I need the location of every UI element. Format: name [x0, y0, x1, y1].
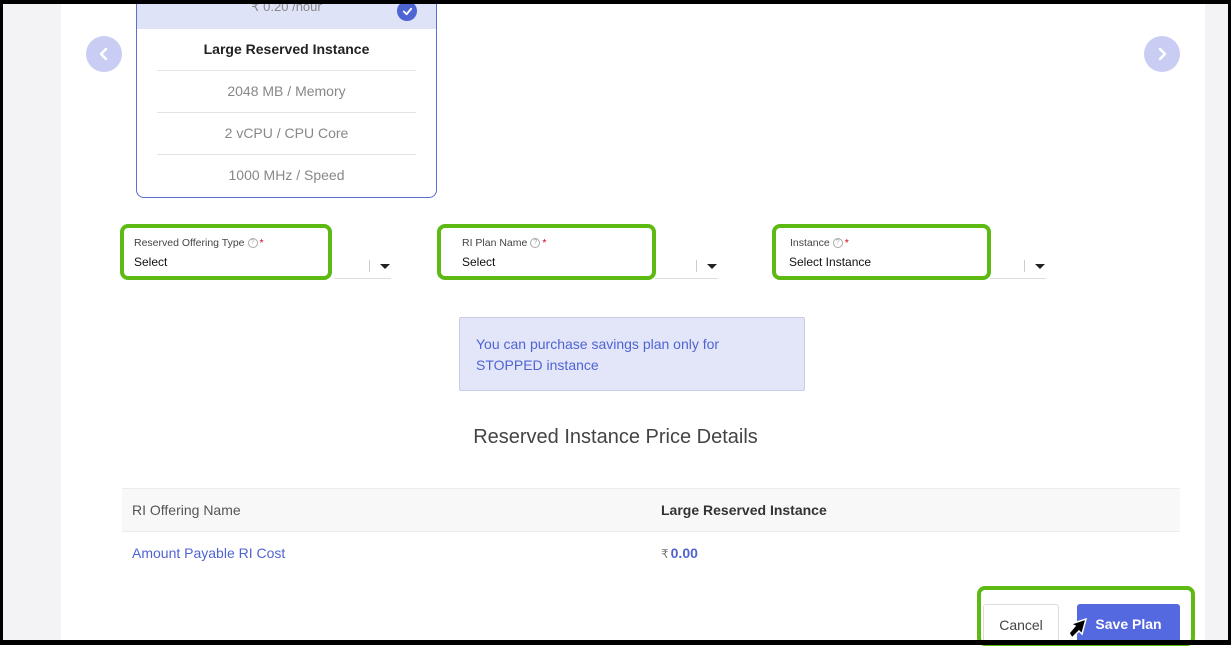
screenshot-frame: [0, 0, 1231, 645]
